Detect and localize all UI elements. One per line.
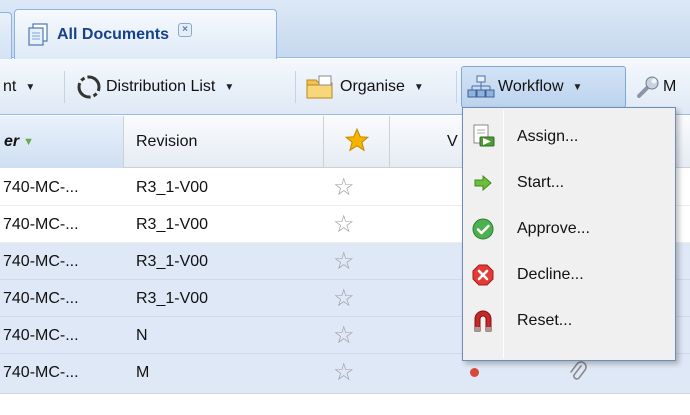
document-number-cell: 740-MC-... [3, 178, 79, 196]
tab-all-documents[interactable]: All Documents × [14, 9, 277, 59]
menu-item-label: Reset... [517, 312, 573, 329]
column-header-number[interactable]: er ▼ [0, 116, 124, 168]
menu-item-approve[interactable]: Approve... [465, 206, 673, 252]
check-icon [465, 218, 501, 240]
menu-item-start[interactable]: Start... [465, 160, 673, 206]
chevron-down-icon: ▼ [572, 81, 583, 93]
revision-cell: R3_1-V00 [136, 252, 209, 270]
toolbar-button-distribution-list[interactable]: Distribution List ▼ [74, 66, 234, 108]
document-number-cell: 740-MC-... [3, 363, 79, 381]
star-outline-icon[interactable]: ☆ [333, 280, 355, 317]
folder-icon [304, 74, 336, 100]
distribution-list-icon [74, 74, 104, 100]
toolbar-button-document[interactable]: nt ▼ [3, 66, 35, 108]
menu-item-assign[interactable]: Assign... [465, 114, 673, 160]
revision-cell: N [136, 326, 148, 344]
menu-item-decline[interactable]: Decline... [465, 252, 673, 298]
toolbar-label: Distribution List [106, 78, 216, 95]
document-number-cell: 740-MC-... [3, 326, 79, 344]
toolbar-label: M [663, 78, 677, 95]
column-label: er [4, 133, 20, 150]
toolbar-label: Organise [340, 78, 405, 95]
column-header-favourite[interactable] [324, 116, 390, 168]
toolbar-button-organise[interactable]: Organise ▼ [304, 66, 424, 108]
revision-cell: R3_1-V00 [136, 178, 209, 196]
toolbar-separator [456, 71, 457, 103]
toolbar-separator [64, 71, 65, 103]
green-arrow-icon [465, 175, 501, 191]
sort-desc-icon: ▼ [23, 136, 35, 148]
chevron-down-icon: ▼ [224, 81, 235, 93]
toolbar-label: nt [3, 78, 17, 95]
tab-close-icon[interactable]: × [178, 22, 193, 37]
tab-title: All Documents [57, 25, 170, 43]
toolbar-button-workflow[interactable]: Workflow ▼ [466, 66, 582, 108]
x-icon [465, 264, 501, 286]
toolbar-button-more[interactable]: M [634, 66, 676, 108]
document-number-cell: 740-MC-... [3, 252, 79, 270]
column-label: Revision [136, 133, 198, 150]
menu-item-label: Decline... [517, 266, 584, 283]
toolbar-separator [295, 71, 296, 103]
reset-magnet-icon [465, 309, 501, 333]
revision-cell: M [136, 363, 150, 381]
assign-icon [465, 124, 501, 150]
revision-cell: R3_1-V00 [136, 289, 209, 307]
star-icon [344, 127, 370, 158]
workflow-icon [466, 74, 496, 100]
documents-icon [27, 22, 49, 47]
document-number-cell: 740-MC-... [3, 289, 79, 307]
star-outline-icon[interactable]: ☆ [333, 206, 355, 243]
document-number-cell: 740-MC-... [3, 215, 79, 233]
toolbar-label: Workflow [498, 78, 564, 95]
star-outline-icon[interactable]: ☆ [333, 354, 355, 391]
menu-item-label: Assign... [517, 128, 579, 145]
star-outline-icon[interactable]: ☆ [333, 243, 355, 280]
menu-item-label: Start... [517, 174, 565, 191]
menu-item-label: Approve... [517, 220, 590, 237]
menu-item-reset[interactable]: Reset... [465, 298, 673, 344]
tab-strip: All Documents × [0, 0, 690, 59]
revision-cell: R3_1-V00 [136, 215, 209, 233]
workflow-menu: Assign... Start... Approve... Decline... [462, 107, 676, 361]
wrench-icon [634, 74, 662, 100]
chevron-down-icon: ▼ [25, 81, 36, 93]
tab-previous[interactable] [0, 12, 12, 59]
star-outline-icon[interactable]: ☆ [333, 169, 355, 206]
chevron-down-icon: ▼ [413, 81, 424, 93]
column-header-revision[interactable]: Revision [124, 116, 324, 168]
column-label: V [447, 133, 458, 150]
star-outline-icon[interactable]: ☆ [333, 317, 355, 354]
